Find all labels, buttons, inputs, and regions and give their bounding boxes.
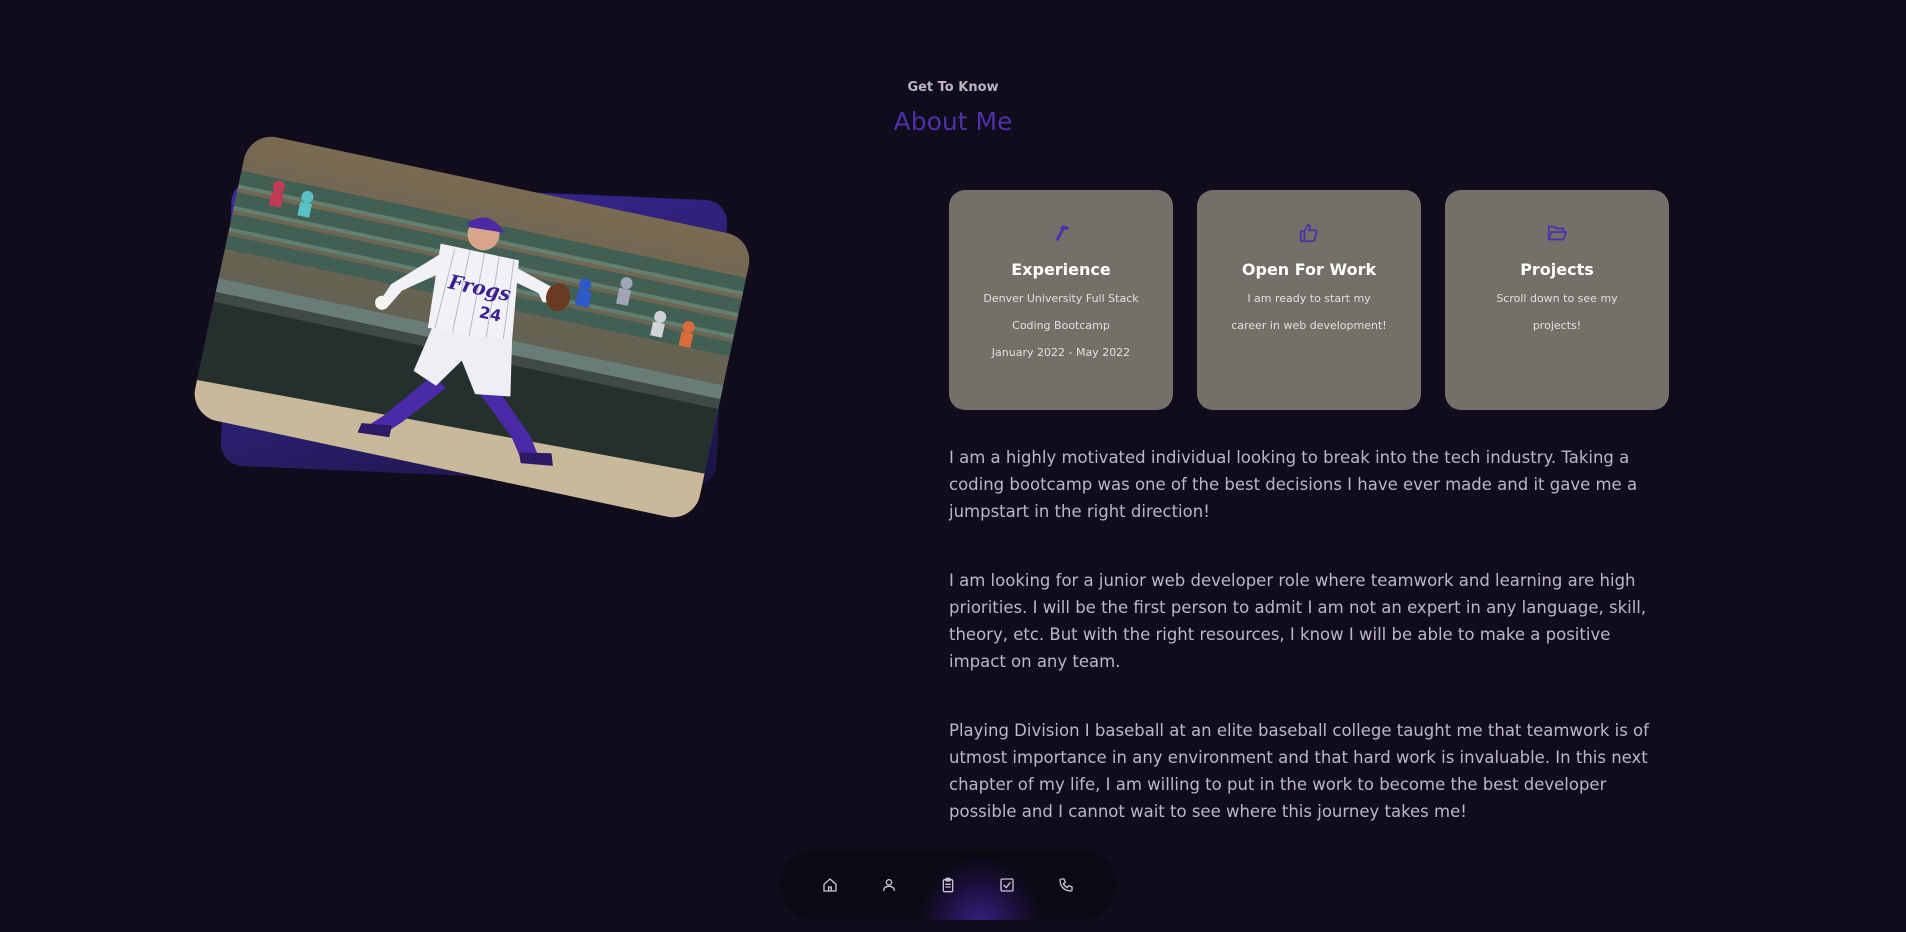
about-paragraph: I am looking for a junior web developer … <box>949 571 1647 671</box>
card-line: projects! <box>1532 319 1582 332</box>
folder-open-icon <box>1546 222 1568 244</box>
card-open-for-work: Open For Work I am ready to start my car… <box>1197 190 1421 410</box>
thumbs-up-icon <box>1298 222 1320 244</box>
phone-icon <box>1059 878 1073 892</box>
home-icon <box>823 878 837 892</box>
about-paragraph: I am a highly motivated individual looki… <box>949 448 1638 521</box>
card-line: Denver University Full Stack <box>983 292 1139 305</box>
clipboard-icon <box>942 877 954 893</box>
nav-experience[interactable] <box>934 871 963 900</box>
bottom-nav <box>780 850 1116 920</box>
nav-about[interactable] <box>875 871 904 900</box>
about-text: I am a highly motivated individual looki… <box>949 444 1671 867</box>
about-paragraph: Playing Division I baseball at an elite … <box>949 721 1649 821</box>
card-title: Projects <box>1520 260 1594 279</box>
card-line: January 2022 - May 2022 <box>991 346 1131 359</box>
checklist-icon <box>1000 878 1014 892</box>
user-icon <box>883 879 895 892</box>
card-line: Scroll down to see my <box>1496 292 1618 305</box>
profile-photo-frame: Frogs 24 <box>189 131 755 523</box>
card-projects: Projects Scroll down to see my projects! <box>1445 190 1669 410</box>
hammer-icon <box>1050 222 1072 244</box>
nav-contact[interactable] <box>1052 871 1081 900</box>
nav-home[interactable] <box>816 871 845 900</box>
card-line: I am ready to start my <box>1247 292 1371 305</box>
nav-projects[interactable] <box>993 871 1022 900</box>
section-header: Get To Know About Me <box>0 80 1906 136</box>
card-title: Open For Work <box>1241 260 1377 279</box>
card-title: Experience <box>1011 260 1111 279</box>
section-eyebrow: Get To Know <box>907 80 999 95</box>
card-line: Coding Bootcamp <box>1012 319 1110 332</box>
card-line: career in web development! <box>1231 319 1387 332</box>
section-title: About Me <box>893 107 1013 136</box>
card-experience: Experience Denver University Full Stack … <box>949 190 1173 410</box>
info-cards: Experience Denver University Full Stack … <box>949 190 1669 410</box>
